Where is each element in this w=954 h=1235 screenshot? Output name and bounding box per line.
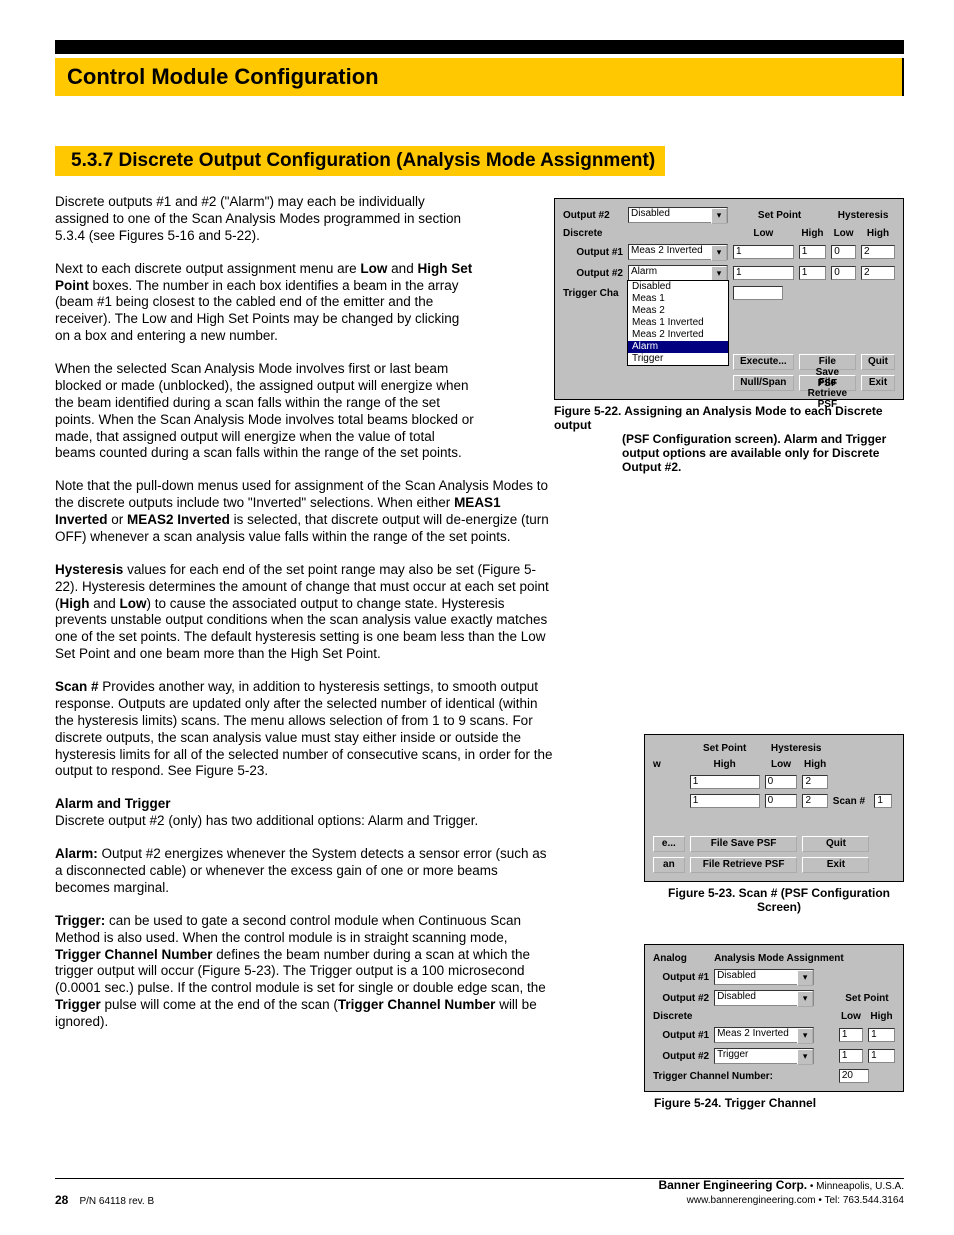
sp-low-1[interactable]: 1 [733,245,794,259]
file-retrieve-psf-button[interactable]: File Retrieve PSF [799,375,856,391]
execute-button[interactable]: Execute... [733,354,794,370]
scan-num-field[interactable]: 1 [874,794,892,808]
f24-sp-low1[interactable]: 1 [839,1028,863,1042]
f23-exit-button[interactable]: Exit [802,857,869,873]
f23-hl2[interactable]: 0 [765,794,798,808]
trigger-cha-field[interactable] [733,286,783,300]
f23-hh2[interactable]: 2 [802,794,827,808]
fig-5-23-ui: Set Point Hysteresis w High Low High 1 [644,734,904,882]
fig-5-23-caption: Figure 5-23. Scan # (PSF Configuration S… [654,886,904,914]
file-save-psf-button[interactable]: File Save PSF [799,354,856,370]
f24-discrete-out2[interactable]: Trigger [714,1048,814,1064]
hy-high-1[interactable]: 2 [861,245,895,259]
hy-high-2[interactable]: 2 [861,266,895,280]
part-number: P/N 64118 rev. B [79,1196,154,1207]
page-footer: 28 P/N 64118 rev. B Banner Engineering C… [55,1178,904,1207]
sp-low-2[interactable]: 1 [733,266,794,280]
para-3: When the selected Scan Analysis Mode inv… [55,361,475,462]
para-6: Scan # Provides another way, in addition… [55,679,595,780]
f24-sp-low2[interactable]: 1 [839,1049,863,1063]
f23-e-button[interactable]: e... [653,836,685,852]
para-7: Discrete output #2 (only) has two additi… [55,813,595,830]
f23-quit-button[interactable]: Quit [802,836,869,852]
para-5: Hysteresis values for each end of the se… [55,562,595,663]
output2-dropdown[interactable]: Disabled Meas 1 Meas 2 Meas 1 Inverted M… [627,280,729,366]
fig-5-24-caption: Figure 5-24. Trigger Channel [654,1096,904,1110]
sp-high-2[interactable]: 1 [799,266,826,280]
quit-button[interactable]: Quit [861,354,895,370]
fig-5-24-ui: Analog Analysis Mode Assignment Output #… [644,944,904,1092]
page-number: 28 [55,1193,68,1207]
hy-low-1[interactable]: 0 [831,245,856,259]
f23-save-button[interactable]: File Save PSF [690,836,798,852]
exit-button[interactable]: Exit [861,375,895,391]
para-8: Alarm: Output #2 energizes whenever the … [55,846,595,897]
subhead-alarm-trigger: Alarm and Trigger [55,796,595,811]
f24-analog-out1[interactable]: Disabled [714,969,814,985]
fig-5-22-caption: Figure 5-22. Assigning an Analysis Mode … [554,404,904,474]
output1-select[interactable]: Meas 2 Inverted [628,244,728,260]
f24-sp-high2[interactable]: 1 [868,1049,895,1063]
f24-sp-high1[interactable]: 1 [868,1028,895,1042]
para-9: Trigger: can be used to gate a second co… [55,913,595,1031]
fig-5-22-ui: Output #2 Disabled Set Point Hysteresis … [554,198,904,400]
section-title: 5.3.7 Discrete Output Configuration (Ana… [55,146,665,176]
sp-high-1[interactable]: 1 [799,245,826,259]
f23-sp2[interactable]: 1 [690,794,760,808]
output2-top-select[interactable]: Disabled [628,207,728,223]
f23-hl1[interactable]: 0 [765,775,798,789]
f24-analog-out2[interactable]: Disabled [714,990,814,1006]
para-2: Next to each discrete output assignment … [55,261,475,345]
page-banner: Control Module Configuration [55,58,904,96]
hy-low-2[interactable]: 0 [831,266,856,280]
para-1: Discrete outputs #1 and #2 ("Alarm") may… [55,194,475,245]
f23-hh1[interactable]: 2 [802,775,827,789]
f24-discrete-out1[interactable]: Meas 2 Inverted [714,1027,814,1043]
f23-retrieve-button[interactable]: File Retrieve PSF [690,857,798,873]
para-4: Note that the pull-down menus used for a… [55,478,595,546]
f23-sp1[interactable]: 1 [690,775,760,789]
output2-select[interactable]: Alarm [628,265,728,281]
trigger-channel-number[interactable]: 20 [839,1069,869,1083]
f23-an-button[interactable]: an [653,857,685,873]
nullspan-button[interactable]: Null/Span [733,375,794,391]
